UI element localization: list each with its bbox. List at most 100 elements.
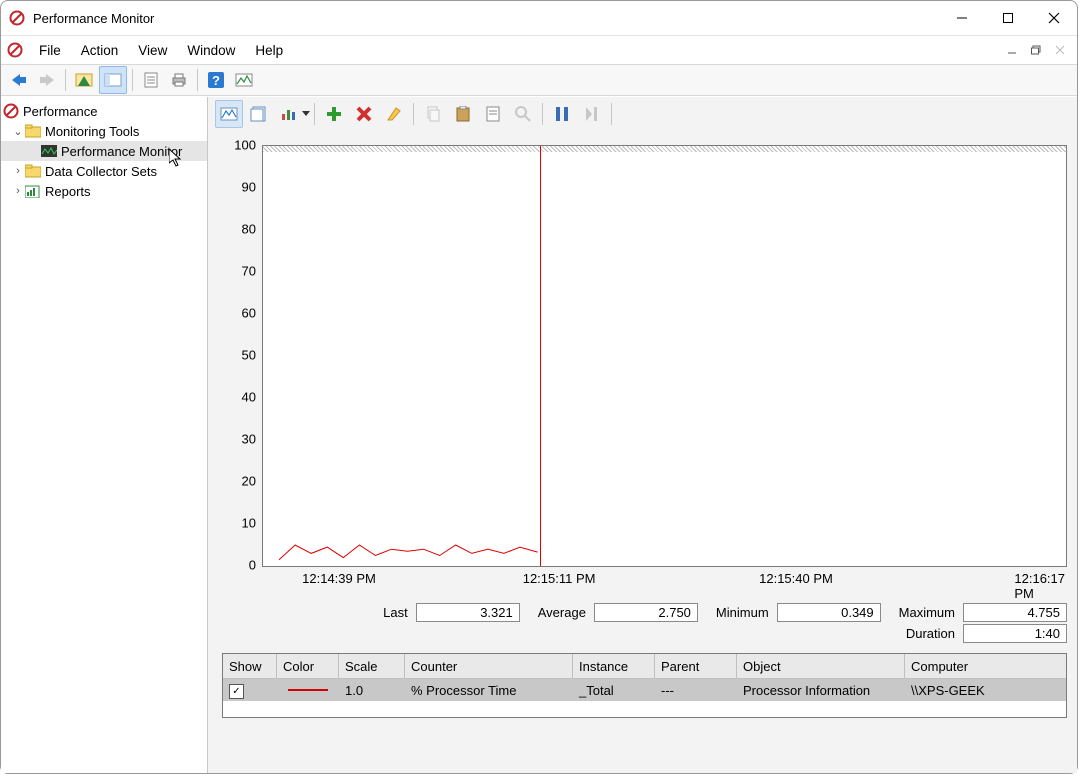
content-area: 0102030405060708090100 12:14:39 PM12:15:… xyxy=(214,129,1075,771)
close-button[interactable] xyxy=(1031,1,1077,35)
stats-row-1: Last 3.321 Average 2.750 Minimum 0.349 M… xyxy=(222,603,1067,622)
dur-value: 1:40 xyxy=(963,624,1067,643)
tree-monitoring-tools[interactable]: ⌄ Monitoring Tools xyxy=(1,121,207,141)
forward-button[interactable] xyxy=(34,67,60,93)
main-toolbar: ? xyxy=(1,65,1077,96)
detail-pane: 0102030405060708090100 12:14:39 PM12:15:… xyxy=(208,97,1077,773)
mdi-close-button[interactable] xyxy=(1049,40,1071,60)
remove-counter-button[interactable] xyxy=(350,100,378,128)
add-counter-button[interactable] xyxy=(320,100,348,128)
update-button[interactable] xyxy=(578,100,606,128)
min-value: 0.349 xyxy=(777,603,881,622)
print-button[interactable] xyxy=(166,67,192,93)
zoom-button[interactable] xyxy=(509,100,537,128)
tree-data-collector-sets[interactable]: › Data Collector Sets xyxy=(1,161,207,181)
collapse-icon[interactable]: ⌄ xyxy=(11,125,25,138)
back-button[interactable] xyxy=(6,67,32,93)
chart-area: 0102030405060708090100 12:14:39 PM12:15:… xyxy=(222,141,1067,595)
paste-button[interactable] xyxy=(449,100,477,128)
tree-pane[interactable]: Performance ⌄ Monitoring Tools Performan… xyxy=(1,97,208,773)
app-icon xyxy=(9,10,25,26)
app-window: Performance Monitor File Action View Win… xyxy=(0,0,1078,774)
col-computer[interactable]: Computer xyxy=(905,654,1066,678)
window-controls xyxy=(939,1,1077,35)
col-show[interactable]: Show xyxy=(223,654,277,678)
tree-dcs-label: Data Collector Sets xyxy=(45,164,157,179)
counter-row[interactable]: ✓ 1.0 % Processor Time _Total --- Proces… xyxy=(223,679,1066,701)
max-label: Maximum xyxy=(899,605,955,620)
menu-action[interactable]: Action xyxy=(71,41,129,60)
tree-root[interactable]: Performance xyxy=(1,101,207,121)
show-hide-tree-button[interactable] xyxy=(71,67,97,93)
reports-icon xyxy=(25,183,41,199)
cell-computer: \\XPS-GEEK xyxy=(905,683,1066,698)
cell-scale: 1.0 xyxy=(339,683,405,698)
svg-text:?: ? xyxy=(212,73,220,88)
col-scale[interactable]: Scale xyxy=(339,654,405,678)
counter-header[interactable]: Show Color Scale Counter Instance Parent… xyxy=(223,654,1066,679)
col-object[interactable]: Object xyxy=(737,654,905,678)
tree-reports[interactable]: › Reports xyxy=(1,181,207,201)
stats-row-2: Duration 1:40 xyxy=(222,624,1067,643)
tree-perfmon-label: Performance Monitor xyxy=(61,144,182,159)
titlebar: Performance Monitor xyxy=(1,1,1077,36)
cell-counter: % Processor Time xyxy=(405,683,573,698)
tree-reports-label: Reports xyxy=(45,184,91,199)
show-activity-button[interactable] xyxy=(231,67,257,93)
chart-type-dropdown[interactable] xyxy=(302,111,310,117)
cell-object: Processor Information xyxy=(737,683,905,698)
col-parent[interactable]: Parent xyxy=(655,654,737,678)
freeze-button[interactable] xyxy=(548,100,576,128)
minimize-button[interactable] xyxy=(939,1,985,35)
maximize-button[interactable] xyxy=(985,1,1031,35)
mdi-restore-button[interactable] xyxy=(1025,40,1047,60)
chart-series xyxy=(263,146,1066,566)
chart-plot[interactable] xyxy=(262,145,1067,567)
show-checkbox[interactable]: ✓ xyxy=(229,684,244,699)
menu-help[interactable]: Help xyxy=(245,41,293,60)
tree-root-label: Performance xyxy=(23,104,97,119)
chart-type-button[interactable] xyxy=(275,100,303,128)
x-axis: 12:14:39 PM12:15:11 PM12:15:40 PM12:16:1… xyxy=(222,571,1067,591)
dur-label: Duration xyxy=(906,626,955,641)
highlight-button[interactable] xyxy=(380,100,408,128)
show-hide-console-button[interactable] xyxy=(99,66,127,94)
help-button[interactable]: ? xyxy=(203,67,229,93)
view-current-button[interactable] xyxy=(215,100,243,128)
properties-button[interactable] xyxy=(138,67,164,93)
view-log-button[interactable] xyxy=(245,100,273,128)
col-counter[interactable]: Counter xyxy=(405,654,573,678)
avg-label: Average xyxy=(538,605,586,620)
mdi-minimize-button[interactable] xyxy=(1001,40,1023,60)
color-swatch xyxy=(288,689,328,691)
cell-instance: _Total xyxy=(573,683,655,698)
body: Performance ⌄ Monitoring Tools Performan… xyxy=(1,96,1077,773)
last-label: Last xyxy=(383,605,408,620)
last-value: 3.321 xyxy=(416,603,520,622)
col-color[interactable]: Color xyxy=(277,654,339,678)
copy-button[interactable] xyxy=(419,100,447,128)
menu-view[interactable]: View xyxy=(128,41,177,60)
perfmon-root-icon xyxy=(3,103,19,119)
avg-value: 2.750 xyxy=(594,603,698,622)
col-instance[interactable]: Instance xyxy=(573,654,655,678)
tree-monitoring-label: Monitoring Tools xyxy=(45,124,139,139)
counter-list: Show Color Scale Counter Instance Parent… xyxy=(222,653,1067,718)
cell-parent: --- xyxy=(655,683,737,698)
min-label: Minimum xyxy=(716,605,769,620)
menu-window[interactable]: Window xyxy=(177,41,245,60)
folder-icon xyxy=(25,163,41,179)
expand-icon[interactable]: › xyxy=(11,185,25,197)
perfmon-node-icon xyxy=(41,143,57,159)
tree-performance-monitor[interactable]: Performance Monitor xyxy=(1,141,207,161)
chart-toolbar xyxy=(214,99,1075,129)
max-value: 4.755 xyxy=(963,603,1067,622)
folder-icon xyxy=(25,123,41,139)
app-icon-small xyxy=(7,42,23,58)
expand-icon[interactable]: › xyxy=(11,165,25,177)
menubar: File Action View Window Help xyxy=(1,36,1077,65)
window-title: Performance Monitor xyxy=(33,11,939,26)
time-cursor xyxy=(540,146,541,566)
menu-file[interactable]: File xyxy=(29,41,71,60)
properties-chart-button[interactable] xyxy=(479,100,507,128)
